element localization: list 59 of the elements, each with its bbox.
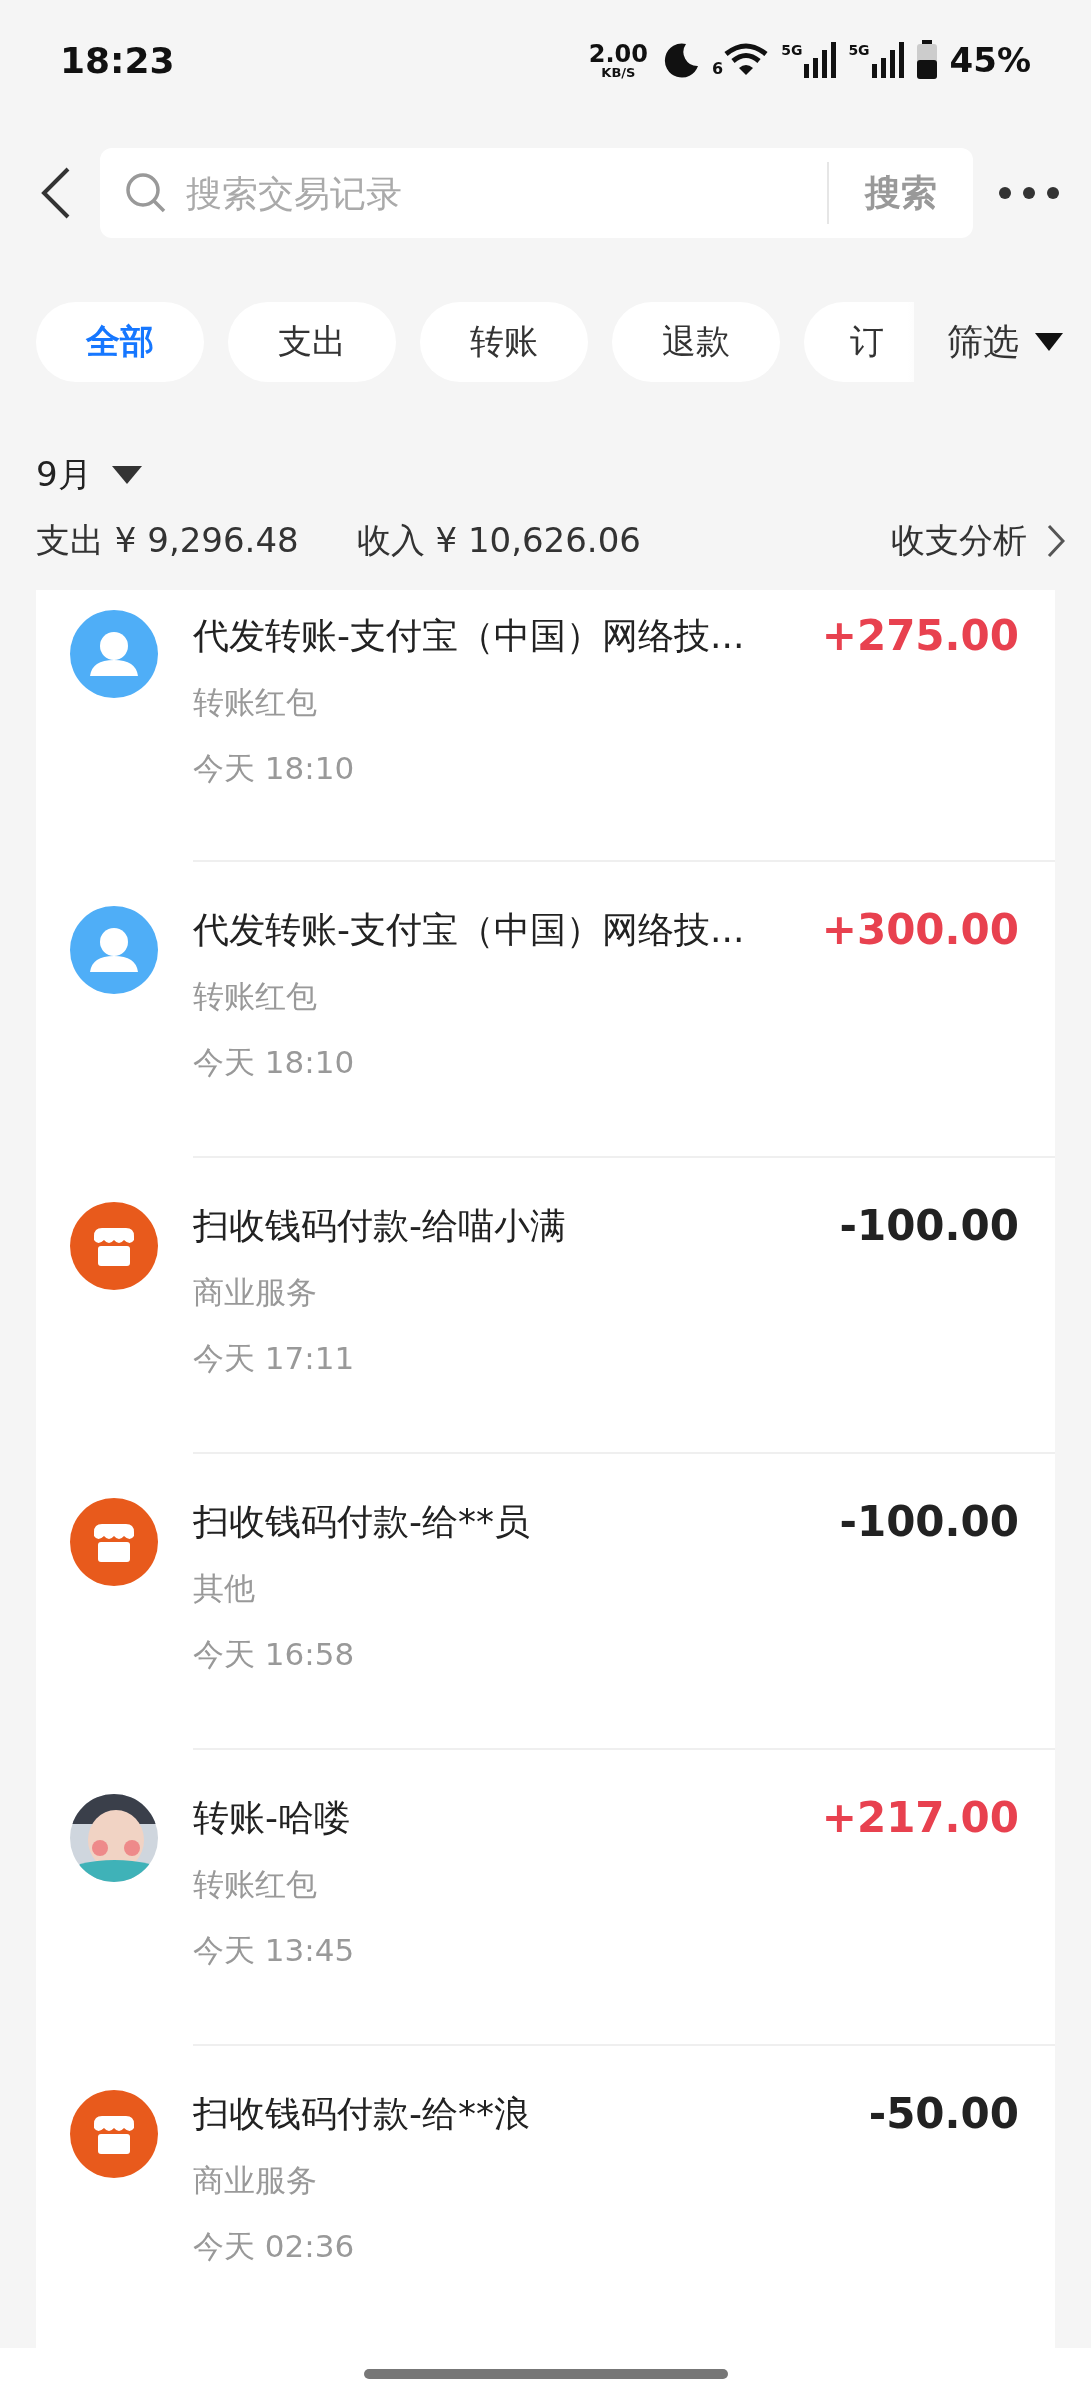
filter-tab[interactable]: 转账	[420, 302, 588, 382]
transaction-row[interactable]: 代发转账-支付宝（中国）网络技... 转账红包 今天 18:10 +275.00	[36, 590, 1055, 862]
shop-icon	[70, 1202, 158, 1290]
transaction-amount: -100.00	[838, 1202, 1019, 1252]
network-type: 5G	[781, 42, 803, 58]
transaction-row[interactable]: 代发转账-支付宝（中国）网络技... 转账红包 今天 18:10 +300.00	[36, 862, 1055, 1158]
network-speed: 2.00	[588, 41, 648, 66]
signal-icon	[871, 42, 904, 78]
transaction-category: 商业服务	[193, 2161, 318, 2200]
search-icon	[124, 171, 168, 215]
transaction-category: 其他	[193, 1569, 256, 1608]
filter-tab[interactable]: 全部	[36, 302, 204, 382]
transaction-row[interactable]: 扫收钱码付款-给喵小满 商业服务 今天 17:11 -100.00	[36, 1158, 1055, 1454]
transaction-category: 转账红包	[193, 683, 318, 722]
transaction-time: 今天 18:10	[193, 749, 356, 788]
transaction-row[interactable]: 扫收钱码付款-给**员 其他 今天 16:58 -100.00	[36, 1454, 1055, 1750]
transaction-amount: +217.00	[820, 1794, 1019, 1844]
transaction-title: 代发转账-支付宝（中国）网络技...	[193, 908, 746, 952]
caret-icon[interactable]	[111, 466, 142, 484]
chevron-right-icon[interactable]	[1047, 524, 1065, 558]
filter-tab[interactable]: 订	[804, 302, 914, 382]
battery-percent: 45%	[949, 40, 1031, 80]
caret-icon[interactable]	[1035, 333, 1063, 351]
transaction-row[interactable]: 转账-哈喽 转账红包 今天 13:45 +217.00	[36, 1750, 1055, 2046]
wifi-icon	[723, 42, 770, 78]
person-avatar-icon	[70, 906, 158, 994]
transaction-category: 商业服务	[193, 1273, 318, 1312]
transaction-title: 扫收钱码付款-给喵小满	[193, 1204, 567, 1248]
filter-tab[interactable]: 支出	[228, 302, 396, 382]
transaction-title: 代发转账-支付宝（中国）网络技...	[193, 614, 746, 658]
transaction-time: 今天 13:45	[193, 1931, 356, 1970]
transaction-category: 转账红包	[193, 977, 318, 1016]
shop-icon	[70, 1498, 158, 1586]
filter-tab[interactable]: 退款	[612, 302, 780, 382]
person-avatar-icon	[70, 610, 158, 698]
analysis-link[interactable]: 收支分析	[891, 518, 1027, 564]
transaction-amount: +300.00	[820, 906, 1019, 956]
transaction-amount: -100.00	[838, 1498, 1019, 1548]
transaction-amount: +275.00	[820, 612, 1019, 662]
transaction-amount: -50.00	[867, 2090, 1019, 2140]
speed-unit: KB/S	[601, 65, 636, 79]
expense-total: 支出 ¥ 9,296.48	[36, 519, 299, 562]
transaction-time: 今天 16:58	[193, 1635, 356, 1674]
month-selector[interactable]: 9月	[36, 452, 92, 498]
transaction-row[interactable]: 扫收钱码付款-给**浪 商业服务 今天 02:36 -50.00	[36, 2046, 1055, 2342]
transaction-title: 转账-哈喽	[193, 1796, 351, 1840]
signal-icon	[804, 42, 837, 78]
transaction-time: 今天 18:10	[193, 1043, 356, 1082]
transaction-time: 今天 02:36	[193, 2227, 356, 2266]
transaction-title: 扫收钱码付款-给**浪	[193, 2092, 531, 2136]
transaction-category: 转账红包	[193, 1865, 318, 1904]
transaction-time: 今天 17:11	[193, 1339, 356, 1378]
wifi-label: 6	[712, 59, 724, 78]
income-total: 收入 ¥ 10,626.06	[356, 519, 641, 562]
battery-icon	[915, 40, 938, 80]
status-time: 18:23	[60, 39, 175, 81]
transaction-title: 扫收钱码付款-给**员	[193, 1500, 531, 1544]
network-type: 5G	[848, 42, 870, 58]
shop-icon	[70, 2090, 158, 2178]
